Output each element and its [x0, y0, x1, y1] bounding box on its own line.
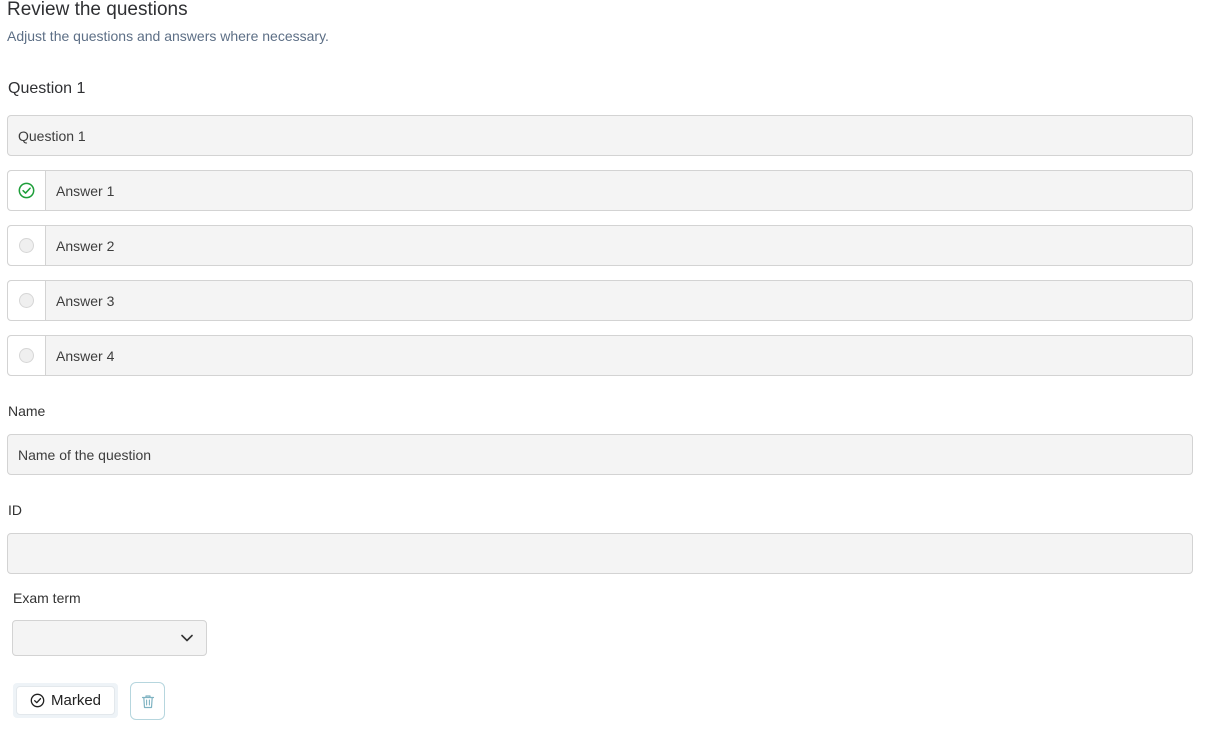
id-field	[7, 533, 1193, 574]
name-label: Name	[8, 403, 46, 419]
check-circle-icon	[30, 693, 45, 708]
answer-row-2	[7, 225, 1193, 266]
page-title: Review the questions	[7, 0, 188, 20]
id-input[interactable]	[8, 534, 1192, 573]
exam-term-label: Exam term	[13, 590, 81, 606]
radio-empty-icon	[19, 238, 34, 253]
answer-row-1	[7, 170, 1193, 211]
answer-input-1[interactable]	[46, 171, 1192, 210]
exam-term-select[interactable]	[12, 620, 207, 656]
answer-row-4	[7, 335, 1193, 376]
radio-empty-icon	[19, 348, 34, 363]
marked-toggle-group: Marked	[13, 683, 118, 718]
answer-correct-toggle-3[interactable]	[8, 281, 46, 320]
trash-icon	[141, 694, 154, 708]
name-field	[7, 434, 1193, 475]
answer-input-3[interactable]	[46, 281, 1192, 320]
marked-button[interactable]: Marked	[16, 686, 115, 715]
id-label: ID	[8, 502, 22, 518]
answer-correct-toggle-2[interactable]	[8, 226, 46, 265]
answer-input-4[interactable]	[46, 336, 1192, 375]
question-heading: Question 1	[8, 80, 86, 97]
question-text-input[interactable]	[8, 116, 1192, 155]
chevron-down-icon	[181, 634, 193, 642]
name-input[interactable]	[8, 435, 1192, 474]
check-circle-icon	[18, 182, 35, 199]
answer-row-3	[7, 280, 1193, 321]
page-subtitle: Adjust the questions and answers where n…	[7, 28, 329, 44]
answer-correct-toggle-4[interactable]	[8, 336, 46, 375]
radio-empty-icon	[19, 293, 34, 308]
answer-correct-toggle-1[interactable]	[8, 171, 46, 210]
delete-question-button[interactable]	[130, 682, 165, 720]
answer-input-2[interactable]	[46, 226, 1192, 265]
marked-label: Marked	[50, 692, 102, 709]
question-text-field	[7, 115, 1193, 156]
